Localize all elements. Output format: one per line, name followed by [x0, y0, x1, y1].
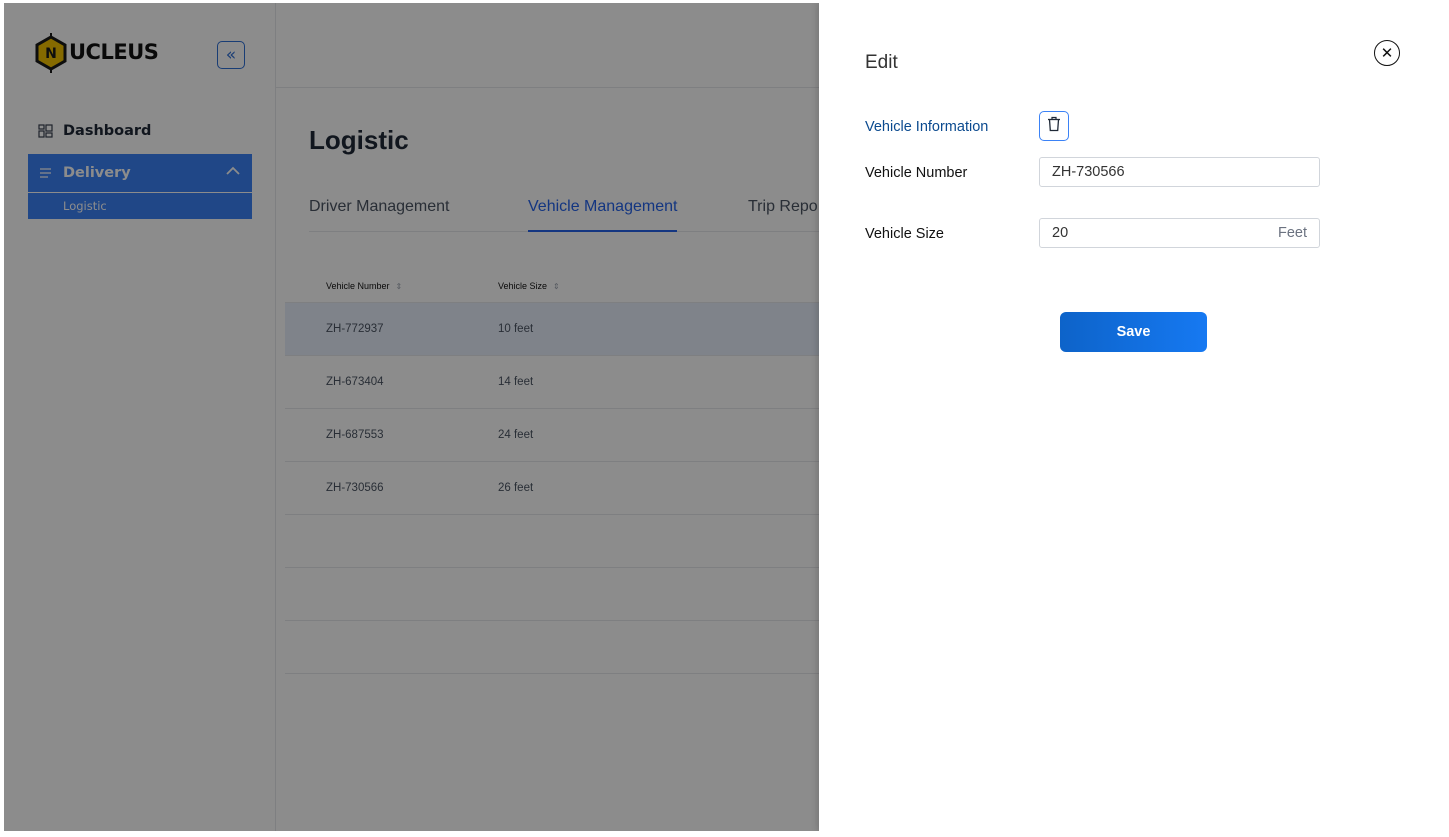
vehicle-size-value: 20 — [1052, 225, 1069, 241]
vehicle-number-value: ZH-730566 — [1052, 164, 1125, 180]
trash-icon — [1047, 116, 1061, 137]
save-button[interactable]: Save — [1060, 312, 1207, 352]
section-label-vehicle-information: Vehicle Information — [865, 119, 989, 135]
vehicle-size-field[interactable]: 20 Feet — [1039, 218, 1320, 248]
vehicle-number-field[interactable]: ZH-730566 — [1039, 157, 1320, 187]
vehicle-size-unit: Feet — [1277, 225, 1307, 241]
close-icon: ✕ — [1380, 44, 1394, 62]
vehicle-number-label: Vehicle Number — [865, 165, 968, 181]
close-button[interactable]: ✕ — [1374, 40, 1400, 66]
drawer-title: Edit — [865, 52, 898, 73]
vehicle-size-label: Vehicle Size — [865, 226, 944, 242]
edit-drawer: Edit ✕ Vehicle Information Vehicle Numbe… — [819, 3, 1445, 831]
screen: N UCLEUS « Dashboard Delivery Logistic L… — [4, 3, 1445, 831]
delete-button[interactable] — [1039, 111, 1069, 141]
